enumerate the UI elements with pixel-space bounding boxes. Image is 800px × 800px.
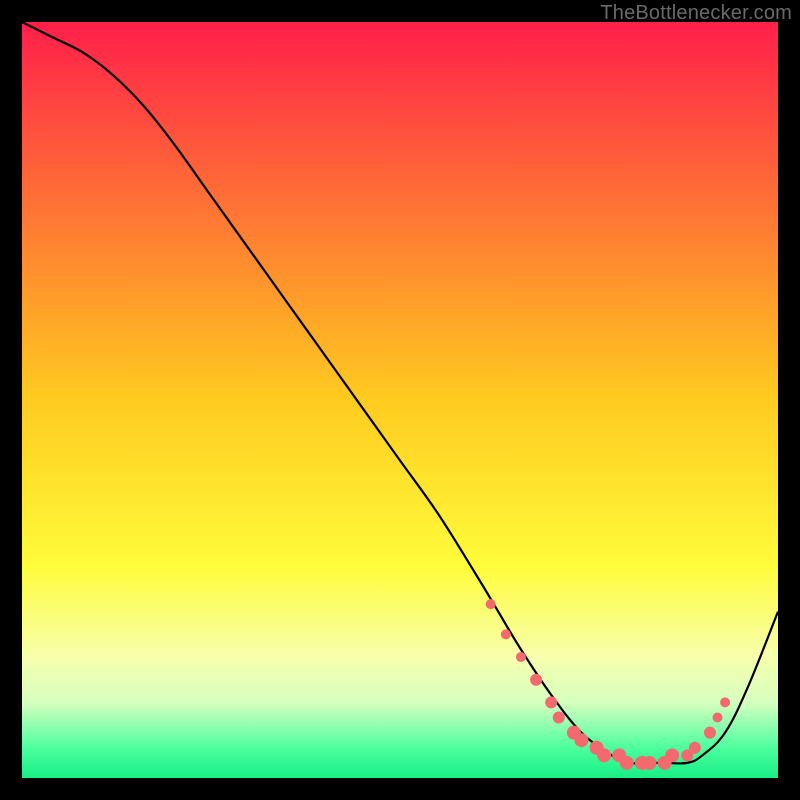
bottleneck-plot <box>22 22 778 778</box>
sweet-spot-marker <box>597 748 611 762</box>
sweet-spot-marker <box>530 674 542 686</box>
sweet-spot-marker <box>689 742 701 754</box>
sweet-spot-marker <box>642 756 656 770</box>
sweet-spot-marker <box>704 727 716 739</box>
sweet-spot-marker <box>620 756 634 770</box>
plot-background <box>22 22 778 778</box>
sweet-spot-marker <box>545 696 557 708</box>
sweet-spot-marker <box>665 748 679 762</box>
sweet-spot-marker <box>501 629 511 639</box>
sweet-spot-marker <box>553 712 565 724</box>
sweet-spot-marker <box>713 713 723 723</box>
sweet-spot-marker <box>574 733 588 747</box>
chart-container: TheBottlenecker.com <box>0 0 800 800</box>
sweet-spot-marker <box>516 652 526 662</box>
sweet-spot-marker <box>720 697 730 707</box>
sweet-spot-marker <box>486 599 496 609</box>
